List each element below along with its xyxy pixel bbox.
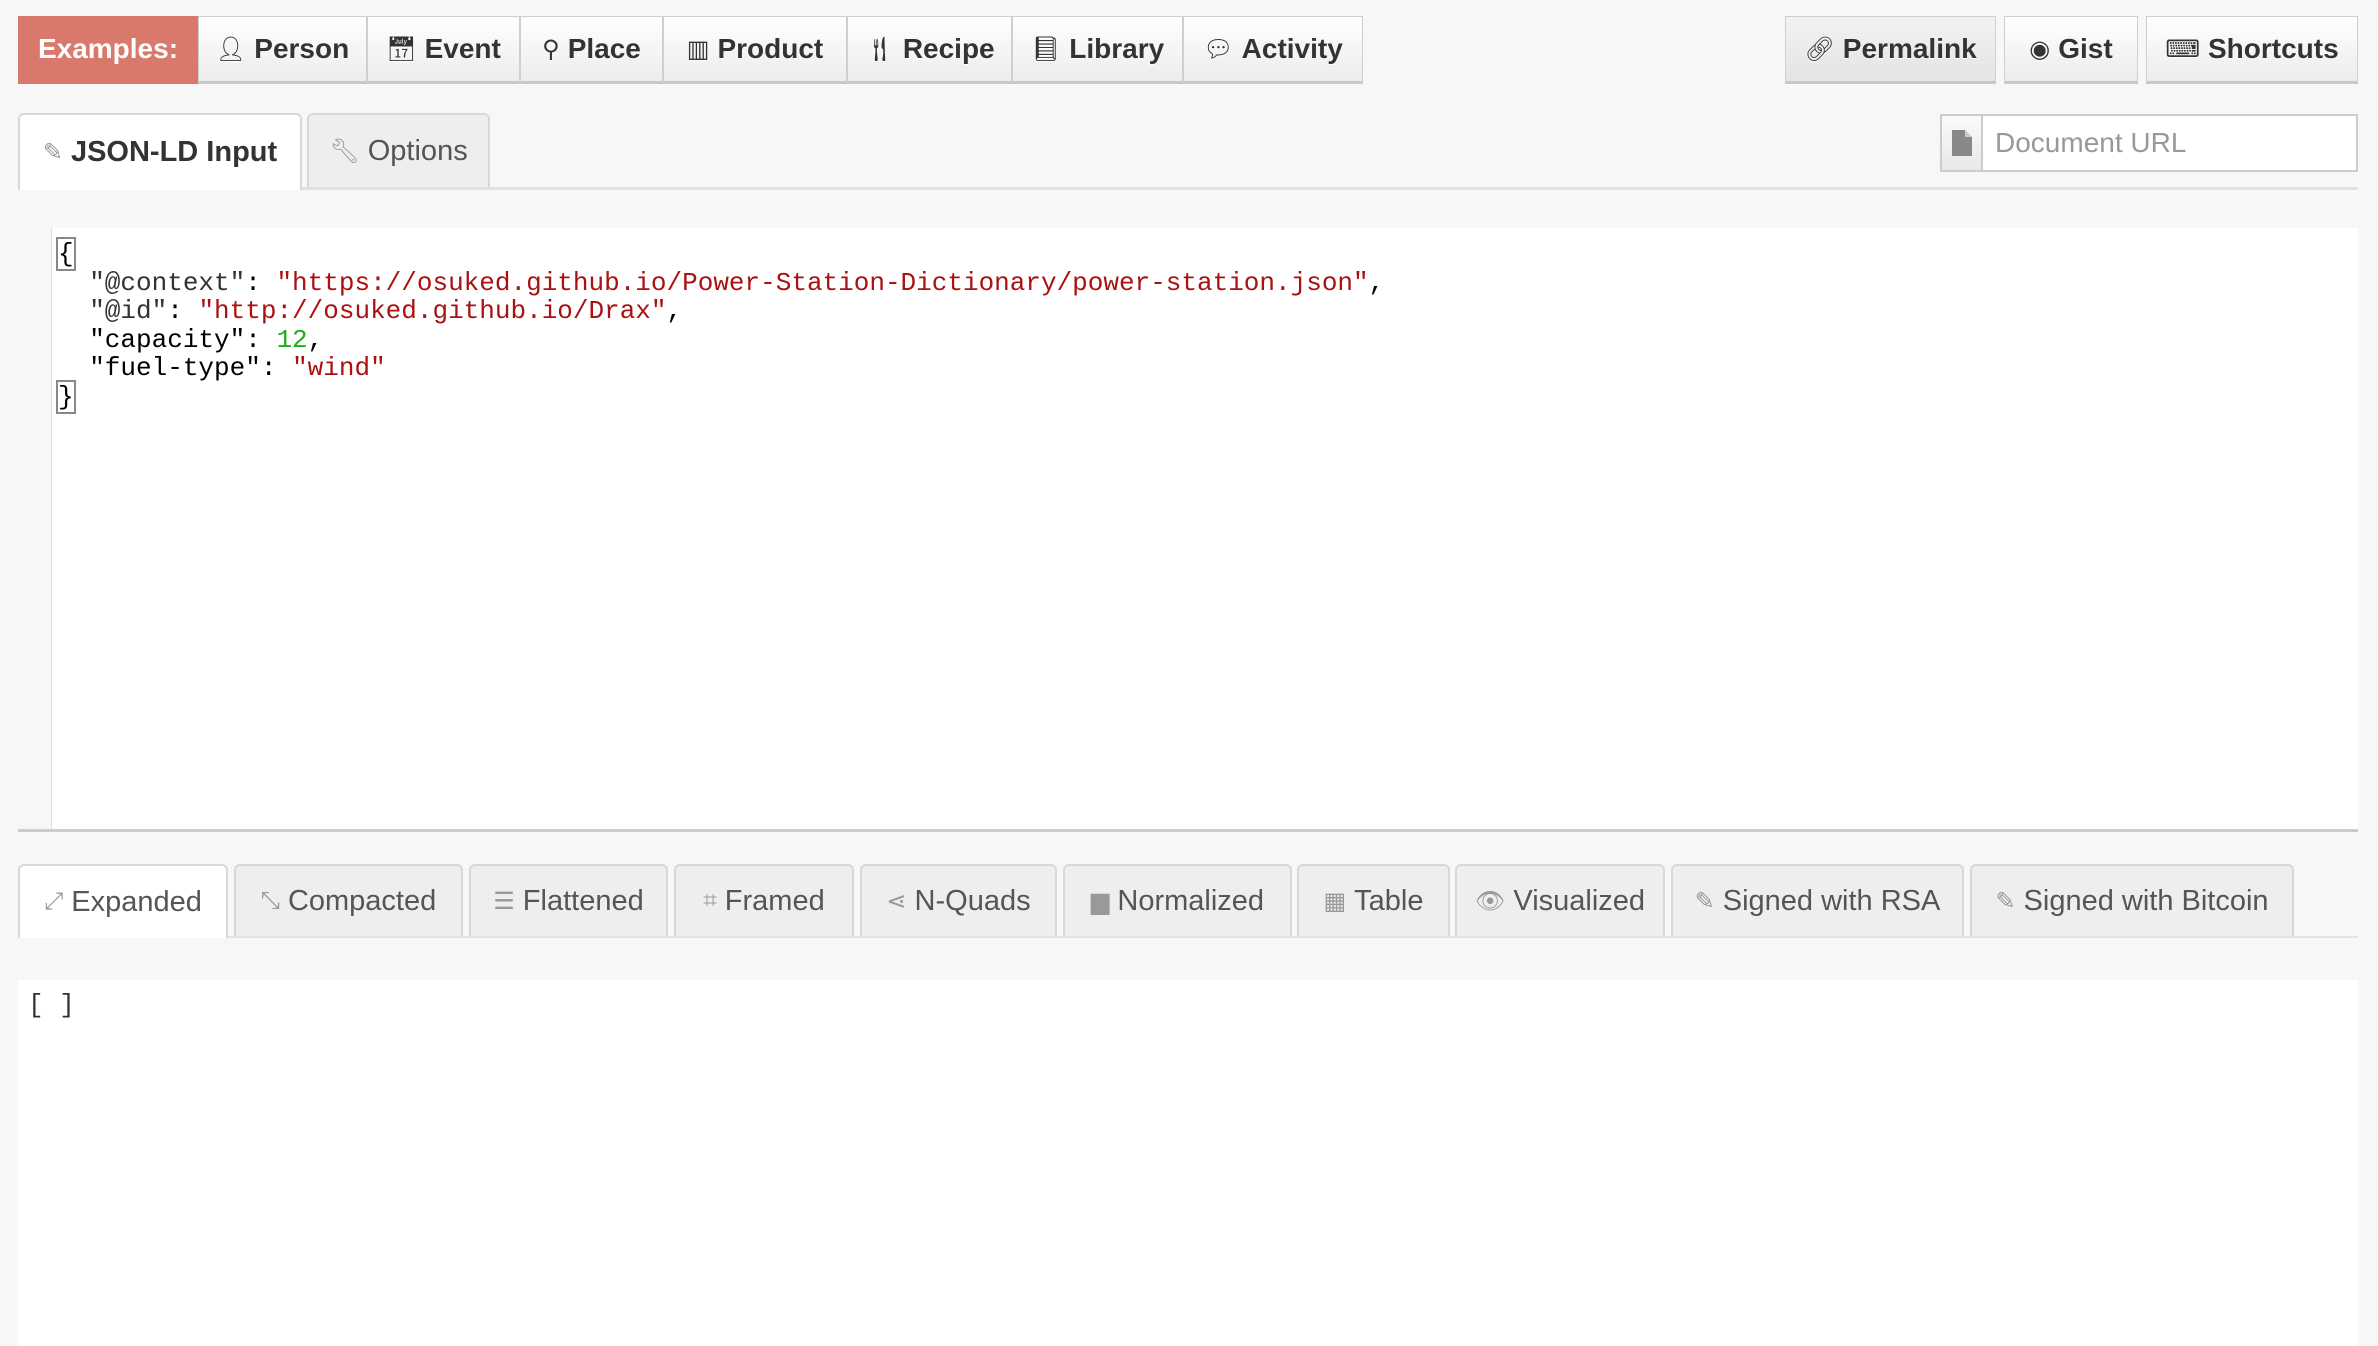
editor-gutter bbox=[18, 228, 52, 829]
expand-icon: ⤢ bbox=[44, 888, 64, 915]
output-code: [ ] bbox=[28, 990, 75, 1020]
example-activity-button[interactable]: 💬︎ Activity bbox=[1183, 16, 1363, 84]
comment-icon: 💬︎ bbox=[1203, 35, 1234, 63]
crop-icon: ⌗ bbox=[703, 887, 717, 914]
code-line: "capacity": 12, bbox=[58, 324, 1384, 355]
document-url-input[interactable] bbox=[1983, 116, 2356, 170]
calendar-icon: 📅︎ bbox=[386, 35, 417, 63]
map-marker-icon: ⚲ bbox=[542, 35, 560, 63]
tab-flattened[interactable]: ☰ Flattened bbox=[469, 864, 668, 936]
gist-button[interactable]: ◉ Gist bbox=[2004, 16, 2138, 84]
code-line: "@context": "https://osuked.github.io/Po… bbox=[58, 267, 1385, 298]
examples-label: Examples: bbox=[18, 16, 198, 84]
code-token: , bbox=[666, 296, 683, 326]
archive-icon: ▆ bbox=[1090, 887, 1110, 915]
tab-expanded[interactable]: ⤢ Expanded bbox=[18, 864, 228, 938]
code-token: } bbox=[56, 379, 76, 414]
editor-code[interactable]: { "@context": "https://osuked.github.io/… bbox=[56, 237, 1385, 414]
example-library-button[interactable]: 📘︎ Library bbox=[1012, 16, 1183, 84]
code-line: "@id": "http://osuked.github.io/Drax", bbox=[58, 297, 1384, 326]
code-token: : bbox=[167, 296, 199, 326]
code-token: "@context" bbox=[58, 267, 246, 298]
permalink-button[interactable]: 🔗︎ Permalink bbox=[1785, 16, 1996, 84]
code-line: { bbox=[56, 237, 1384, 271]
document-url-group bbox=[1940, 114, 2358, 172]
book-icon: 📘︎ bbox=[1030, 35, 1062, 63]
example-event-button[interactable]: 📅︎ Event bbox=[367, 16, 520, 84]
tab-signed-with-rsa[interactable]: ✎ Signed with RSA bbox=[1671, 864, 1964, 936]
code-token: "wind" bbox=[292, 353, 386, 383]
cutlery-icon: 🍴︎ bbox=[864, 35, 895, 63]
code-token: 12 bbox=[276, 324, 308, 355]
pencil-icon: ✎ bbox=[1995, 887, 2016, 915]
github-icon: ◉ bbox=[2029, 35, 2051, 63]
example-product-button[interactable]: ▥ Product bbox=[663, 16, 847, 84]
code-token: "@id" bbox=[58, 296, 168, 326]
output-panel: [ ] bbox=[18, 980, 2358, 1346]
code-line: "fuel-type": "wind" bbox=[58, 354, 1384, 383]
code-token: "https://osuked.github.io/Power-Station-… bbox=[276, 267, 1369, 298]
share-nodes-icon: ⋖ bbox=[886, 887, 907, 915]
code-token: "fuel-type" bbox=[58, 353, 261, 383]
keyboard-icon: ⌨ bbox=[2165, 35, 2200, 63]
tab-visualized[interactable]: 👁︎ Visualized bbox=[1455, 864, 1665, 936]
tab-normalized[interactable]: ▆ Normalized bbox=[1063, 864, 1292, 936]
code-token: : bbox=[245, 324, 277, 355]
code-token: , bbox=[307, 324, 324, 355]
link-icon: 🔗︎ bbox=[1804, 35, 1835, 63]
pencil-icon: ✎ bbox=[1694, 887, 1715, 915]
json-ld-editor[interactable]: { "@context": "https://osuked.github.io/… bbox=[18, 228, 2358, 832]
barcode-icon: ▥ bbox=[686, 35, 710, 63]
bars-icon: ☰ bbox=[493, 887, 515, 915]
compress-icon: ⤡ bbox=[260, 887, 280, 914]
tab-n-quads[interactable]: ⋖ N-Quads bbox=[860, 864, 1057, 936]
tab-compacted[interactable]: ⤡ Compacted bbox=[234, 864, 463, 936]
code-token: "http://osuked.github.io/Drax" bbox=[198, 296, 667, 326]
tab-table[interactable]: ▦ Table bbox=[1297, 864, 1450, 936]
file-icon[interactable] bbox=[1942, 116, 1983, 170]
example-place-button[interactable]: ⚲ Place bbox=[520, 16, 663, 84]
example-person-button[interactable]: 👤︎ Person bbox=[198, 16, 367, 84]
tab-json-ld-input[interactable]: ✎ JSON-LD Input bbox=[18, 113, 302, 190]
code-token: : bbox=[260, 353, 293, 383]
code-token: "capacity" bbox=[58, 324, 246, 355]
grid-icon: ▦ bbox=[1323, 887, 1347, 915]
eye-icon: 👁︎ bbox=[1474, 887, 1506, 915]
code-line: } bbox=[56, 379, 1384, 414]
tab-options[interactable]: 🔧︎ Options bbox=[307, 113, 490, 188]
user-icon: 👤︎ bbox=[215, 35, 247, 63]
shortcuts-button[interactable]: ⌨ Shortcuts bbox=[2146, 16, 2358, 84]
code-token: , bbox=[1368, 267, 1385, 298]
tab-signed-with-bitcoin[interactable]: ✎ Signed with Bitcoin bbox=[1970, 864, 2294, 936]
code-token: { bbox=[56, 237, 76, 271]
code-token: : bbox=[245, 267, 277, 298]
tab-framed[interactable]: ⌗ Framed bbox=[674, 864, 854, 936]
wrench-icon: 🔧︎ bbox=[329, 138, 360, 165]
pencil-icon: ✎ bbox=[42, 139, 63, 166]
example-recipe-button[interactable]: 🍴︎ Recipe bbox=[847, 16, 1012, 84]
